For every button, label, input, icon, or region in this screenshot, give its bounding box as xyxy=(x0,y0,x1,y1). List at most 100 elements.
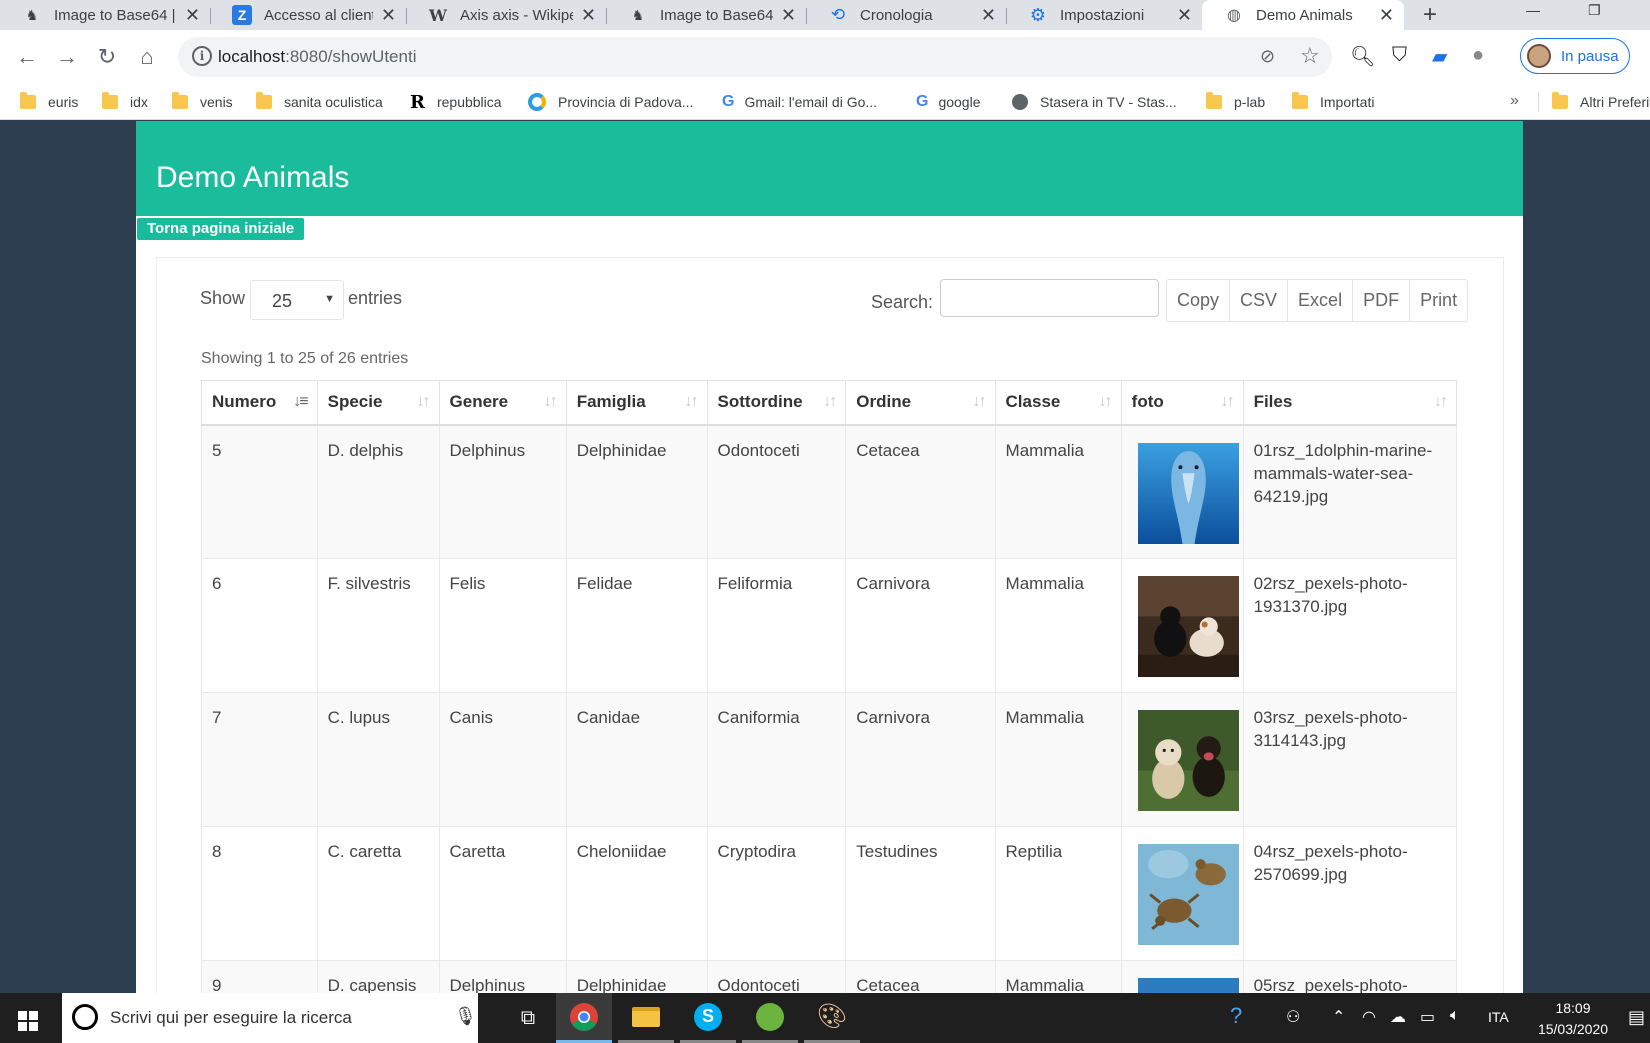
shield-icon[interactable]: ⛉ xyxy=(1392,44,1407,67)
column-header-specie[interactable]: Specie ↓↑ xyxy=(316,380,440,426)
excel-button[interactable]: Excel xyxy=(1288,280,1354,321)
bookmark-stasera-in-tv[interactable]: Stasera in TV - Stas... xyxy=(1012,91,1177,113)
bookmark-sanita-oculistica[interactable]: sanita oculistica xyxy=(256,91,383,113)
file-explorer-icon[interactable] xyxy=(618,993,674,1043)
bookmark-provincia-padova[interactable]: Provincia di Padova... xyxy=(528,91,693,113)
tab-image-to-base64-1[interactable]: ♞ Image to Base64 | ✕ xyxy=(0,0,210,30)
tab-demo-animals[interactable]: ◍ Demo Animals ✕ xyxy=(1202,0,1404,30)
search-label: Search: xyxy=(871,292,934,312)
search-extension-icon[interactable]: 🔍︎ xyxy=(1350,44,1375,69)
back-to-home-button[interactable]: Torna pagina iniziale xyxy=(137,218,305,240)
extension-icon[interactable]: ▰ xyxy=(1432,44,1447,69)
page-length-select[interactable]: 25 ▼ xyxy=(250,280,344,320)
paint-icon[interactable]: 🎨︎ xyxy=(804,993,860,1043)
battery-icon[interactable]: ▭ xyxy=(1420,1007,1435,1027)
bookmark-repubblica[interactable]: Rrepubblica xyxy=(410,91,502,113)
translate-blocked-icon[interactable]: ⊘ xyxy=(1260,46,1275,67)
bookmark-p-lab[interactable]: p-lab xyxy=(1206,91,1265,113)
bookmark-gmail[interactable]: G Gmail: l'email di Go... xyxy=(722,91,877,113)
tab-title: Accesso al client W xyxy=(264,6,373,24)
language-indicator[interactable]: ITA xyxy=(1488,1009,1509,1025)
volume-icon[interactable]: 🔈︎ xyxy=(1450,1007,1460,1025)
tab-impostazioni[interactable]: ⚙ Impostazioni ✕ xyxy=(1006,0,1202,30)
minimize-icon[interactable]: ― xyxy=(1526,2,1540,18)
column-header-sottordine[interactable]: Sottordine ↓↑ xyxy=(706,380,847,426)
info-icon[interactable]: i xyxy=(192,46,212,66)
table-row: 6 F. silvestris Felis Felidae Feliformia… xyxy=(201,558,1458,693)
tab-cronologia[interactable]: ⟲ Cronologia ✕ xyxy=(806,0,1006,30)
entries-label: entries xyxy=(348,288,403,308)
column-header-famiglia[interactable]: Famiglia ↓↑ xyxy=(565,380,708,426)
column-header-foto[interactable]: foto ↓↑ xyxy=(1120,380,1244,426)
address-bar[interactable]: i localhost:8080/showUtenti ⊘ ☆ xyxy=(178,37,1332,77)
spring-tool-icon[interactable] xyxy=(742,993,798,1043)
taskbar-search-box[interactable]: Scrivi qui per eseguire la ricerca 🎙︎ xyxy=(62,993,478,1043)
bookmark-label: euris xyxy=(48,94,79,110)
close-icon[interactable]: ✕ xyxy=(781,5,796,26)
reload-icon[interactable]: ↻ xyxy=(92,42,122,72)
home-icon[interactable]: ⌂ xyxy=(132,42,162,72)
close-icon[interactable]: ✕ xyxy=(581,5,596,26)
table-info: Showing 1 to 25 of 26 entries xyxy=(201,350,409,367)
people-icon[interactable]: ⚇ xyxy=(1286,1007,1300,1027)
bookmark-idx[interactable]: idx xyxy=(102,91,148,113)
column-label: Numero xyxy=(212,392,277,412)
close-icon[interactable]: ✕ xyxy=(981,5,996,26)
column-header-genere[interactable]: Genere ↓↑ xyxy=(438,380,567,426)
bookmark-label: sanita oculistica xyxy=(284,94,383,110)
help-icon[interactable]: ? xyxy=(1230,1003,1242,1029)
bookmarks-bar: euris idx venis sanita oculistica Rrepub… xyxy=(0,84,1650,120)
bookmark-euris[interactable]: euris xyxy=(20,91,78,113)
close-icon[interactable]: ✕ xyxy=(1379,5,1394,26)
url-text[interactable]: localhost:8080/showUtenti xyxy=(218,47,416,67)
cell-specie: D. capensis xyxy=(316,960,440,993)
bookmark-importati[interactable]: Importati xyxy=(1292,91,1374,113)
circle-extension-icon[interactable]: ● xyxy=(1472,44,1484,67)
bookmarks-overflow-button[interactable]: » xyxy=(1510,92,1519,110)
csv-button[interactable]: CSV xyxy=(1230,280,1289,321)
cell-specie: F. silvestris xyxy=(316,558,440,693)
column-header-numero[interactable]: Numero ↓≡ xyxy=(201,380,318,426)
tab-axis-wikipedia[interactable]: W Axis axis - Wikiped ✕ xyxy=(406,0,606,30)
dogs-photo xyxy=(1137,710,1239,811)
animals-table: Numero ↓≡ Specie ↓↑ Genere ↓↑ Famiglia ↓↑ So… xyxy=(201,380,1458,993)
print-button[interactable]: Print xyxy=(1410,280,1467,321)
maximize-icon[interactable]: ❐ xyxy=(1588,2,1601,19)
skype-icon[interactable]: S xyxy=(680,993,736,1043)
tab-accesso-client[interactable]: Z Accesso al client W ✕ xyxy=(210,0,406,30)
search-input[interactable] xyxy=(940,279,1159,317)
wifi-icon[interactable]: ◠ xyxy=(1362,1007,1376,1027)
cell-numero: 8 xyxy=(201,826,318,961)
bookmark-other[interactable]: Altri Preferiti xyxy=(1552,91,1650,113)
new-tab-button[interactable]: + xyxy=(1418,0,1442,30)
chevron-up-icon[interactable]: ⌃ xyxy=(1332,1007,1345,1027)
close-icon[interactable]: ✕ xyxy=(381,5,396,26)
close-icon[interactable]: ✕ xyxy=(1177,5,1192,26)
bookmark-star-icon[interactable]: ☆ xyxy=(1300,43,1320,69)
profile-button[interactable]: In pausa xyxy=(1520,38,1630,74)
clock[interactable]: 18:09 15/03/2020 xyxy=(1530,998,1616,1040)
column-header-ordine[interactable]: Ordine ↓↑ xyxy=(845,380,996,426)
chevron-down-icon: ▼ xyxy=(324,293,335,305)
tab-image-to-base64-2[interactable]: ♞ Image to Base64 | ✕ xyxy=(606,0,806,30)
microphone-icon[interactable]: 🎙︎ xyxy=(454,1006,477,1027)
table-header-row: Numero ↓≡ Specie ↓↑ Genere ↓↑ Famiglia ↓↑ So… xyxy=(201,380,1458,426)
copy-button[interactable]: Copy xyxy=(1167,280,1231,321)
column-label: Genere xyxy=(449,392,509,412)
task-view-icon[interactable]: ⧉ xyxy=(500,993,556,1043)
dolphin-photo xyxy=(1137,978,1239,993)
bookmark-venis[interactable]: venis xyxy=(172,91,233,113)
bookmark-google[interactable]: Ggoogle xyxy=(916,91,981,113)
turtles-photo xyxy=(1137,844,1239,945)
pdf-button[interactable]: PDF xyxy=(1353,280,1411,321)
forward-arrow-icon[interactable]: → xyxy=(52,42,82,72)
cell-genere: Felis xyxy=(438,558,567,693)
notifications-icon[interactable]: ▤ xyxy=(1628,1007,1645,1028)
close-icon[interactable]: ✕ xyxy=(185,5,200,26)
back-arrow-icon[interactable]: ← xyxy=(12,42,42,72)
column-header-files[interactable]: Files ↓↑ xyxy=(1242,380,1458,426)
chrome-icon[interactable] xyxy=(556,993,612,1043)
cell-sottordine: Cryptodira xyxy=(706,826,847,961)
onedrive-icon[interactable]: ☁ xyxy=(1390,1007,1406,1027)
column-header-classe[interactable]: Classe ↓↑ xyxy=(994,380,1122,426)
